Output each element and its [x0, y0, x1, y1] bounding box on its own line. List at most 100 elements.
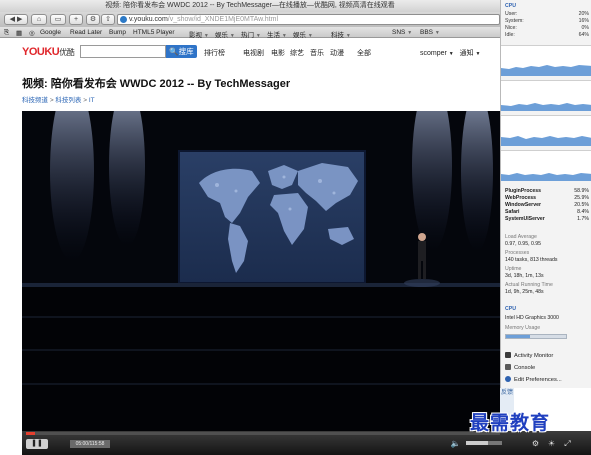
youku-logo[interactable]: YOUKU优酷: [22, 46, 75, 58]
chevron-down-icon: ▼: [407, 30, 413, 36]
url-host: v.youku.com: [129, 16, 168, 23]
nav-music[interactable]: 音乐: [310, 48, 324, 58]
address-bar[interactable]: v.youku.com/v_show/id_XNDE1MjE0MTAw.html: [117, 14, 500, 25]
play-pause-button[interactable]: ❚❚: [26, 439, 48, 449]
cpu-core-graph-4: [501, 150, 591, 181]
nav-anime[interactable]: 动漫: [330, 48, 344, 58]
settings-icon[interactable]: ⚙: [530, 438, 541, 449]
process-value: 25.9%: [574, 195, 589, 201]
watermark-logo: 最需教育: [470, 412, 551, 434]
gpu-name: Intel HD Graphics 3000: [505, 315, 559, 321]
share-icon[interactable]: ⇧: [101, 14, 115, 25]
search-button-label: 搜库: [178, 47, 194, 56]
fullscreen-icon[interactable]: ⤢: [562, 438, 573, 449]
user-menu[interactable]: scomper ▼ 通知 ▼: [420, 48, 481, 58]
cpu-stat-user: User: 20%: [505, 11, 589, 17]
process-value: 1.7%: [577, 216, 589, 222]
memory-usage-fill: [506, 335, 530, 338]
page-title: 视频: 陪你看发布会 WWDC 2012 -- By TechMessager: [22, 78, 291, 90]
bookmarks-bar: ⎘ ▦ ◎ Google Read Later Bump HTML5 Playe…: [0, 27, 500, 39]
preferences-icon: [505, 376, 511, 382]
video-frame: [22, 111, 500, 431]
cpu-stat-idle: Idle: 64%: [505, 32, 589, 38]
memory-usage-bar: [505, 334, 567, 339]
breadcrumb-it[interactable]: IT: [89, 97, 95, 104]
window-title: 视频: 陪你看发布会 WWDC 2012 -- By TechMessager—…: [0, 0, 500, 12]
bookmark-google[interactable]: Google: [40, 29, 61, 36]
bookmark-folder-8[interactable]: BBS ▼: [420, 29, 440, 36]
nav-all[interactable]: 全部: [357, 48, 371, 58]
menu-console[interactable]: Console: [505, 364, 589, 371]
stat-label: User:: [505, 11, 518, 17]
breadcrumb-tech-channel[interactable]: 科技频道: [22, 97, 48, 104]
volume-icon[interactable]: 🔈: [450, 438, 461, 449]
cpu-stat-nice: Nice: 0%: [505, 25, 589, 31]
uptime-label: Uptime: [505, 266, 522, 272]
site-favicon-icon: [120, 16, 127, 23]
cpu-core-graph-2: [501, 80, 591, 111]
volume-fill: [466, 441, 488, 445]
menu-item-label: Edit Preferences...: [514, 377, 562, 383]
menu-item-label: Console: [514, 365, 536, 371]
top-sites-icon[interactable]: ▦: [16, 29, 22, 37]
process-name: PluginProcess: [505, 188, 542, 194]
stat-value: 64%: [578, 32, 589, 38]
stat-value: 16%: [578, 18, 589, 24]
process-row: SystemUIServer 1.7%: [505, 216, 589, 222]
home-icon[interactable]: ⌂: [31, 14, 47, 25]
feedback-tab-label: 反馈: [500, 390, 513, 396]
breadcrumb: 科技频道 > 科技列表 > IT: [22, 94, 95, 104]
username: scomper: [420, 50, 447, 57]
console-icon: [505, 364, 511, 370]
process-name: WebProcess: [505, 195, 537, 201]
process-row: Safari 8.4%: [505, 209, 589, 215]
stat-value: 0%: [581, 25, 590, 31]
process-row: WindowServer 20.5%: [505, 202, 589, 208]
load-average-label: Load Average: [505, 234, 537, 240]
site-header: YOUKU优酷 🔍搜库 排行榜 电视剧 电影 综艺 音乐 动漫 全部 scomp…: [0, 38, 500, 68]
browser-toolbar: ◀ ▶ ⌂ ▭ + ⚙ ⇧ v.youku.com/v_show/id_XNDE…: [0, 12, 500, 27]
breadcrumb-tech-list[interactable]: 科技列表: [55, 97, 81, 104]
bookmark-folder-8-label: BBS: [420, 29, 434, 36]
process-value: 8.4%: [577, 209, 589, 215]
search-button[interactable]: 🔍搜库: [166, 45, 197, 58]
process-value: 58.9%: [574, 188, 589, 194]
nav-movies[interactable]: 电影: [271, 48, 285, 58]
pause-icon: ❚❚: [31, 440, 43, 447]
stat-label: Nice:: [505, 25, 517, 31]
bookmark-folder-7[interactable]: SNS ▼: [392, 29, 412, 36]
logo-text: YOUKU: [22, 46, 60, 58]
memory-usage-label: Memory Usage: [505, 325, 541, 331]
process-name: Safari: [505, 209, 520, 215]
search-input[interactable]: [80, 45, 166, 58]
stat-value: 20%: [578, 11, 589, 17]
activity-monitor-panel: CPU User: 20% System: 16% Nice: 0% Idle: 64%…: [500, 0, 591, 388]
cpu-core-graph-1: [501, 45, 591, 76]
nav-ranking[interactable]: 排行榜: [204, 48, 225, 58]
video-player[interactable]: [22, 111, 500, 431]
volume-slider[interactable]: [466, 441, 502, 445]
progress-fill: [26, 432, 36, 435]
menu-edit-preferences[interactable]: Edit Preferences...: [505, 376, 589, 383]
bookmarks-book-icon[interactable]: ⎘: [4, 29, 9, 37]
light-icon[interactable]: ☀: [546, 438, 557, 449]
url-path: /v_show/id_XNDE1MjE0MTAw.html: [167, 16, 279, 23]
reading-list-icon[interactable]: ◎: [29, 29, 35, 37]
chevron-down-icon: ▼: [475, 51, 481, 57]
load-average-value: 0.97, 0.95, 0.95: [505, 241, 542, 247]
bookmark-bump[interactable]: Bump: [109, 29, 126, 36]
nav-tv[interactable]: 电视剧: [243, 48, 264, 58]
screen: 视频: 陪你看发布会 WWDC 2012 -- By TechMessager—…: [0, 0, 591, 455]
bookmark-html5-player[interactable]: HTML5 Player: [133, 29, 175, 36]
notify-link[interactable]: 通知: [460, 50, 474, 57]
back-forward-button[interactable]: ◀ ▶: [4, 14, 28, 25]
menu-activity-monitor[interactable]: Activity Monitor: [505, 352, 589, 359]
nav-variety[interactable]: 综艺: [290, 48, 304, 58]
bookmark-read-later[interactable]: Read Later: [70, 29, 102, 36]
process-name: WindowServer: [505, 202, 541, 208]
uptime-value: 3d, 18h, 1m, 13s: [505, 273, 544, 279]
add-tab-icon[interactable]: +: [69, 14, 83, 25]
progress-bar[interactable]: [26, 432, 500, 435]
reader-icon[interactable]: ▭: [50, 14, 66, 25]
settings-icon[interactable]: ⚙: [86, 14, 100, 25]
